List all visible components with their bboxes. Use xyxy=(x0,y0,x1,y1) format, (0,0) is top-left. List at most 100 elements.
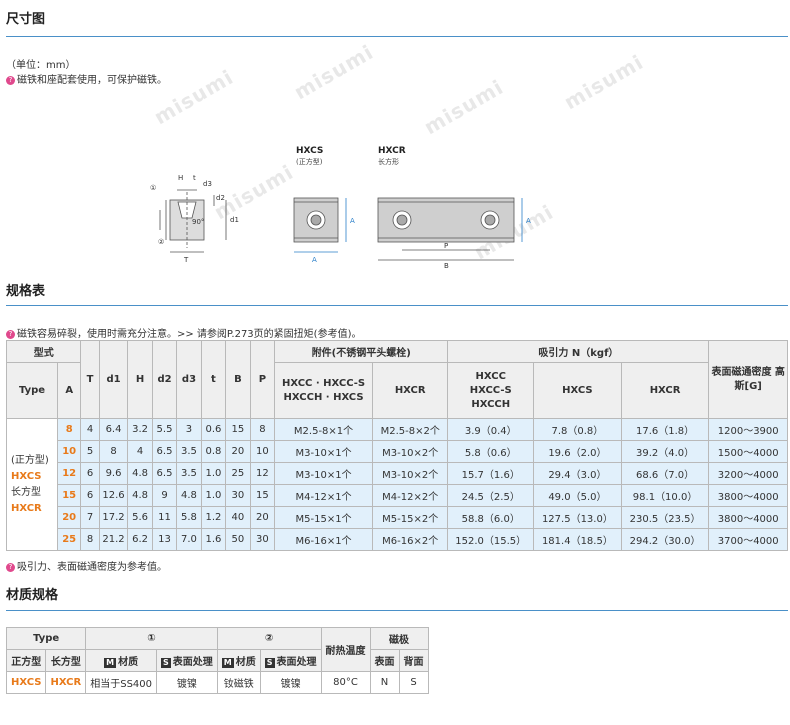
dim-d1: d1 xyxy=(230,216,239,224)
cell-p2: 127.5（13.0） xyxy=(533,506,622,529)
spec-note: ? 磁铁容易碎裂，使用时需充分注意。>> 请参阅P.273页的紧固扭矩(参考值)。 xyxy=(6,325,361,340)
cell-d2: 5.5 xyxy=(151,418,178,441)
m-badge: M xyxy=(221,658,234,668)
cell-p3: 39.2（4.0） xyxy=(620,440,710,463)
table-row: 10 5 8 4 6.5 3.5 0.8 20 10 M3-10×1个 M3-10×2个 5.8（0.… xyxy=(7,440,788,463)
dim-h: H xyxy=(178,174,183,182)
pin-icon: ? xyxy=(6,329,15,339)
cell-h: 4.8 xyxy=(127,484,153,507)
cell-h: 4.8 xyxy=(127,462,153,485)
mat-header-mat2: M 材质 xyxy=(216,649,261,672)
table-row: 25 8 21.2 6.2 13 7.0 1.6 50 30 M6-16×1个 M6-16×2个 15… xyxy=(7,528,788,551)
mat-cell-back: S xyxy=(398,671,429,694)
cell-h: 3.2 xyxy=(127,418,153,441)
mat-header-surf1: S 表面处理 xyxy=(156,649,218,672)
mat-cell-surf2: 镀镍 xyxy=(259,671,322,694)
tip-note: ? 磁铁和座配套使用，可保护磁铁。 xyxy=(6,71,167,86)
table-row: (正方型) HXCS 长方型 HXCR 8 4 6.4 3.2 5.5 3 0.6 15 8 M2.5-8… xyxy=(6,418,788,551)
dim-P: P xyxy=(444,242,448,250)
cell-d1: 6.4 xyxy=(98,418,129,441)
table-row: 15 6 12.6 4.8 9 4.8 1.0 30 15 M4-12×1个 M4-12×2个 24.… xyxy=(7,484,788,507)
cell-b: 25 xyxy=(225,462,251,485)
cell-acc2: M6-16×2个 xyxy=(371,528,449,551)
cell-p3: 294.2（30.0） xyxy=(620,528,710,551)
callout-2: ② xyxy=(158,238,164,246)
cell-d1: 9.6 xyxy=(98,462,129,485)
cell-p1: 152.0（15.5） xyxy=(447,528,535,551)
section-title-material: 材质规格 xyxy=(6,588,59,603)
header-pull1: HXCC HXCC-S HXCCH xyxy=(447,362,535,419)
cell-h: 5.6 xyxy=(127,506,153,529)
header-T: T xyxy=(80,340,100,419)
type-cell: (正方型) HXCS 长方型 HXCR xyxy=(6,418,58,551)
cell-t: 1.0 xyxy=(200,484,227,507)
cell-d2: 9 xyxy=(151,484,178,507)
cell-b: 30 xyxy=(225,484,251,507)
section-title-spec: 规格表 xyxy=(6,284,46,299)
header-d1: d1 xyxy=(98,340,129,419)
divider xyxy=(6,305,788,306)
cell-d2: 6.5 xyxy=(151,440,178,463)
cell-p: 15 xyxy=(249,484,276,507)
cell-p: 10 xyxy=(249,440,276,463)
mat-header-mat1: M 材质 xyxy=(85,649,158,672)
mat-cell-mat1: 相当于SS400 xyxy=(85,671,158,694)
mat-cell-rect: HXCR xyxy=(45,671,87,694)
mat-cell-heat: 80°C xyxy=(320,671,371,694)
mat-header-type: Type xyxy=(5,627,87,650)
mat-cell-front: N xyxy=(369,671,400,694)
cell-p1: 24.5（2.5） xyxy=(447,484,535,507)
section-title-dimensions: 尺寸图 xyxy=(6,12,46,27)
cell-acc1: M6-16×1个 xyxy=(274,528,373,551)
table-row: 12 6 9.6 4.8 6.5 3.5 1.0 25 12 M3-10×1个 M3-10×2个 15… xyxy=(7,462,788,485)
cell-p3: 230.5（23.5） xyxy=(620,506,710,529)
cell-t: 1.2 xyxy=(200,506,227,529)
header-density: 表面磁通密度 高斯[G] xyxy=(708,340,788,419)
cell-t: 5 xyxy=(80,440,100,463)
divider xyxy=(6,36,788,37)
cell-d1: 8 xyxy=(98,440,129,463)
cell-a: 12 xyxy=(56,462,82,485)
dim-d3: d3 xyxy=(203,180,212,188)
cell-p1: 15.7（1.6） xyxy=(447,462,535,485)
cell-t: 0.8 xyxy=(200,440,227,463)
cell-p2: 19.6（2.0） xyxy=(533,440,622,463)
cell-acc2: M5-15×2个 xyxy=(371,506,449,529)
cell-p: 12 xyxy=(249,462,276,485)
cell-d2: 11 xyxy=(151,506,178,529)
mat-header-heat: 耐热温度 xyxy=(320,627,371,672)
cell-h: 6.2 xyxy=(127,528,153,551)
cell-b: 15 xyxy=(225,418,251,441)
cell-d2: 6.5 xyxy=(151,462,178,485)
mat-header-back: 背面 xyxy=(398,649,429,672)
cell-g: 3200～4000 xyxy=(708,462,788,485)
cell-d3: 5.8 xyxy=(176,506,202,529)
header-P: P xyxy=(249,340,276,419)
cell-acc1: M3-10×1个 xyxy=(274,462,373,485)
cell-a: 8 xyxy=(56,418,82,441)
dim-d2: d2 xyxy=(216,194,225,202)
header-acc2: HXCR xyxy=(371,362,449,419)
cell-g: 1500～4000 xyxy=(708,440,788,463)
header-type: Type xyxy=(6,362,58,419)
pin-icon: ? xyxy=(6,562,15,572)
mat-header-rect: 长方型 xyxy=(45,649,87,672)
cell-b: 50 xyxy=(225,528,251,551)
spec-footnote: ? 吸引力、表面磁通密度为参考值。 xyxy=(6,558,167,573)
watermark: misumi xyxy=(559,49,648,115)
cell-d3: 7.0 xyxy=(176,528,202,551)
dim-B: B xyxy=(444,262,449,270)
header-t: t xyxy=(200,340,227,419)
cell-p: 30 xyxy=(249,528,276,551)
cell-t: 1.6 xyxy=(200,528,227,551)
cell-t: 1.0 xyxy=(200,462,227,485)
cell-p2: 181.4（18.5） xyxy=(533,528,622,551)
mat-header-c2: ② xyxy=(216,627,322,650)
header-pull3: HXCR xyxy=(620,362,710,419)
watermark: misumi xyxy=(289,39,378,105)
dim-A: A xyxy=(526,217,531,225)
mat-cell-surf1: 镀镍 xyxy=(156,671,218,694)
header-A: A xyxy=(56,362,82,419)
cell-g: 1200～3900 xyxy=(708,418,788,441)
cell-t: 8 xyxy=(80,528,100,551)
